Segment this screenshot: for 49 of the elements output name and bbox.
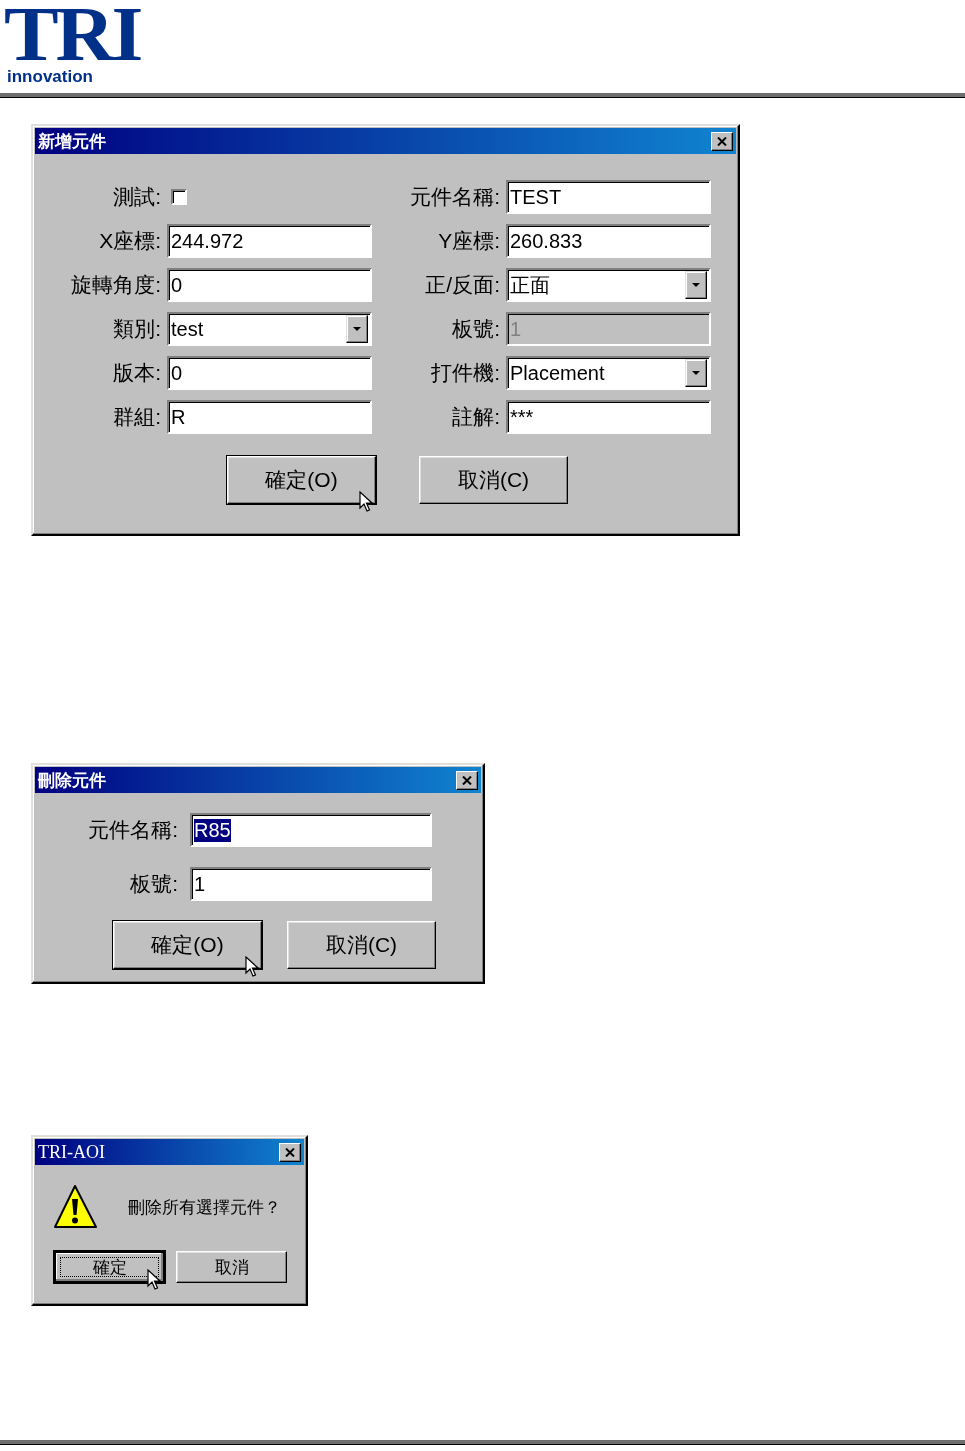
close-button[interactable] — [279, 1142, 301, 1162]
field-label: 板號: — [129, 871, 178, 897]
caret-icon — [692, 283, 700, 287]
close-icon — [285, 1147, 295, 1157]
window-title: TRI-AOI — [38, 1141, 105, 1163]
input-field[interactable]: R85 — [190, 813, 432, 847]
close-button[interactable] — [711, 131, 733, 151]
field-label: 打件機: — [430, 360, 500, 386]
caret-icon — [692, 371, 700, 375]
window-title: 新增元件 — [38, 130, 106, 153]
checkbox[interactable] — [171, 189, 187, 205]
button[interactable]: 取消 — [176, 1251, 287, 1283]
input-field[interactable]: 1 — [190, 867, 432, 901]
field-label: 註解: — [451, 404, 500, 430]
input-field[interactable]: *** — [506, 400, 711, 434]
dropdown[interactable]: 正面 — [506, 268, 711, 302]
field-label: 群組: — [112, 404, 161, 430]
field-label: 元件名稱: — [87, 817, 178, 843]
window-title: 刪除元件 — [38, 769, 106, 792]
close-button[interactable] — [456, 770, 478, 790]
dropdown-arrow-button[interactable] — [685, 271, 707, 299]
warning-icon — [52, 1183, 98, 1231]
logo-tagline: innovation — [6, 68, 93, 86]
field-label: 類別: — [112, 316, 161, 342]
field-label: X座標: — [98, 228, 161, 254]
close-icon — [462, 775, 472, 785]
field-label: 旋轉角度: — [70, 272, 161, 298]
dropdown-arrow-button[interactable] — [346, 315, 368, 343]
input-field[interactable]: TEST — [506, 180, 711, 214]
logo-wordmark: TRI — [4, 0, 141, 68]
field-label: 測試: — [112, 184, 161, 210]
input-field[interactable]: 244.972 — [167, 224, 372, 258]
message-text: 刪除所有選擇元件？ — [128, 1196, 281, 1219]
caret-icon — [353, 327, 361, 331]
button[interactable]: 取消(C) — [287, 921, 436, 969]
dropdown[interactable]: Placement — [506, 356, 711, 390]
field-label: 板號: — [451, 316, 500, 342]
button[interactable]: 取消(C) — [419, 456, 568, 504]
input-field[interactable]: 0 — [167, 268, 372, 302]
input-field[interactable]: R — [167, 400, 372, 434]
dropdown-arrow-button[interactable] — [685, 359, 707, 387]
field-label: 元件名稱: — [409, 184, 500, 210]
dropdown[interactable]: test — [167, 312, 372, 346]
field-label: 版本: — [112, 360, 161, 386]
input-field[interactable]: 260.833 — [506, 224, 711, 258]
field-label: Y座標: — [437, 228, 500, 254]
field-label: 正/反面: — [424, 272, 500, 298]
close-icon — [717, 136, 727, 146]
input-field[interactable]: 0 — [167, 356, 372, 390]
